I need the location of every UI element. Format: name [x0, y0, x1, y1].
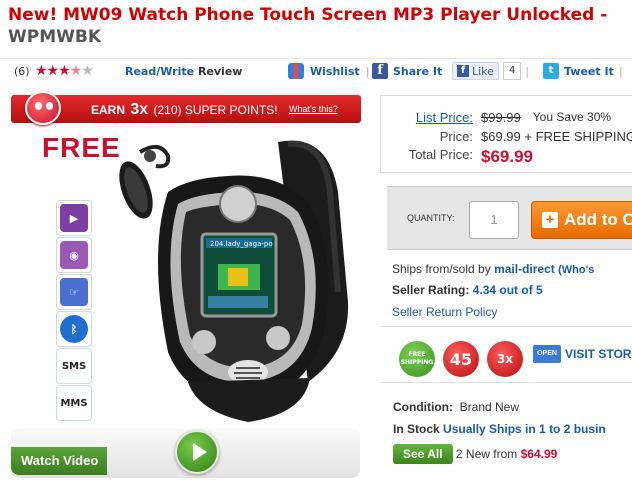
free-gift-label: FREE: [42, 132, 121, 163]
facebook-icon: f: [372, 63, 388, 79]
super-points-banner: EARN 3x (210) SUPER POINTS! What's this?: [11, 91, 361, 125]
price-box: List Price: $99.99 You Save 30% Price: $…: [380, 95, 632, 173]
add-to-cart-label: Add to C: [564, 210, 632, 229]
touch-screen-icon: ☞: [56, 274, 92, 310]
seller-info: Ships from/sold by mail-direct (Who's Se…: [381, 255, 632, 327]
list-price-row: List Price: $99.99 You Save 30%: [381, 110, 611, 125]
free-shipping-badge: FREE SHIPPING: [399, 341, 435, 377]
video-camera-icon: ▶: [56, 200, 92, 236]
add-to-cart-button[interactable]: + Add to C: [531, 201, 632, 239]
share-button[interactable]: f Share It: [372, 63, 442, 79]
share-label: Share It: [393, 64, 443, 78]
list-price-value: $99.99: [481, 110, 521, 125]
facebook-icon: f: [457, 65, 469, 77]
product-title-text: New! MW09 Watch Phone Touch Screen MP3 P…: [8, 5, 608, 25]
separator: |: [365, 64, 370, 78]
total-price-row: Total Price: $69.99: [381, 147, 533, 167]
mms-icon: MMS: [56, 385, 92, 421]
sms-icon: SMS: [56, 348, 92, 384]
bluetooth-icon: ᛒ: [56, 311, 92, 347]
read-write-review-link[interactable]: Read/Write Review: [125, 65, 242, 78]
quantity-label: QUANTITY:: [407, 213, 455, 223]
tweet-button[interactable]: t Tweet It |: [543, 63, 623, 79]
product-title: New! MW09 Watch Phone Touch Screen MP3 P…: [8, 4, 628, 48]
total-price-value: $69.99: [481, 147, 533, 166]
video-bar: Watch Video: [11, 428, 360, 478]
seller-rating-value[interactable]: 4.34 out of 5: [473, 283, 543, 297]
return-policy-link[interactable]: Seller Return Policy: [392, 305, 497, 319]
play-icon[interactable]: [175, 430, 219, 474]
see-all-row: See All 2 New from $64.99: [393, 444, 557, 464]
like-button[interactable]: f Like: [452, 62, 499, 80]
price-label: Price:: [439, 129, 473, 144]
store-badges: FREE SHIPPING 45 3x OPEN VISIT STORE: [381, 333, 632, 383]
list-price-label[interactable]: List Price:: [381, 110, 473, 125]
social-bar: (6) ★★★★★ Read/Write Review Wishlist | f…: [0, 58, 632, 86]
new-from-price: $64.99: [520, 447, 558, 461]
add-to-cart-area: QUANTITY: 1 + Add to C: [387, 186, 632, 250]
star-rating: ★★★★★: [35, 63, 94, 79]
earn-points-text: EARN 3x (210) SUPER POINTS!: [91, 101, 278, 118]
wishlist-label: Wishlist: [310, 64, 360, 78]
product-sku: WPMWBK: [8, 27, 102, 47]
seller-name-link[interactable]: mail-direct: [494, 262, 555, 276]
condition-value: Brand New: [459, 400, 520, 414]
mascot-icon: [25, 91, 61, 125]
camera-icon: ◉: [56, 237, 92, 273]
gift-icon: [288, 63, 304, 79]
store-open-icon: OPEN: [533, 345, 561, 363]
plus-icon: +: [542, 212, 558, 228]
whats-this-link[interactable]: What's this?: [289, 104, 338, 114]
separator: |: [525, 64, 530, 78]
price-value: $69.99 + FREE SHIPPING: [481, 129, 632, 144]
seller-rating-row: Seller Rating: 4.34 out of 5: [392, 283, 543, 297]
visit-store-link[interactable]: OPEN VISIT STORE: [533, 345, 632, 363]
price-row: Price: $69.99 + FREE SHIPPING: [381, 129, 632, 144]
whos-this-link[interactable]: (Who's: [558, 264, 594, 276]
tweet-label: Tweet It: [564, 64, 614, 78]
days-badge: 45: [443, 341, 479, 377]
see-all-button[interactable]: See All: [393, 444, 453, 464]
condition-row: Condition: Brand New: [393, 400, 520, 414]
rating-count: (6): [14, 65, 30, 78]
twitter-icon: t: [543, 63, 559, 79]
facebook-like[interactable]: f Like 4 |: [452, 62, 529, 80]
watch-video-button[interactable]: Watch Video: [11, 447, 107, 475]
total-price-label: Total Price:: [408, 147, 473, 162]
quantity-input[interactable]: 1: [469, 201, 519, 239]
like-count: 4: [502, 62, 522, 80]
new-from-text: 2 New from: [455, 447, 518, 461]
watch-screen-text: 204.lady_gaga-po: [210, 240, 273, 248]
ships-from-row: Ships from/sold by mail-direct (Who's: [392, 262, 595, 276]
separator: |: [618, 64, 623, 78]
watch-phone-image: 204.lady_gaga-po: [158, 140, 349, 422]
stock-row: In Stock Usually Ships in 1 to 2 busin: [393, 422, 606, 436]
points-badge: 3x: [487, 341, 523, 377]
you-save-text: You Save 30%: [532, 110, 612, 124]
wishlist-button[interactable]: Wishlist |: [288, 63, 370, 79]
